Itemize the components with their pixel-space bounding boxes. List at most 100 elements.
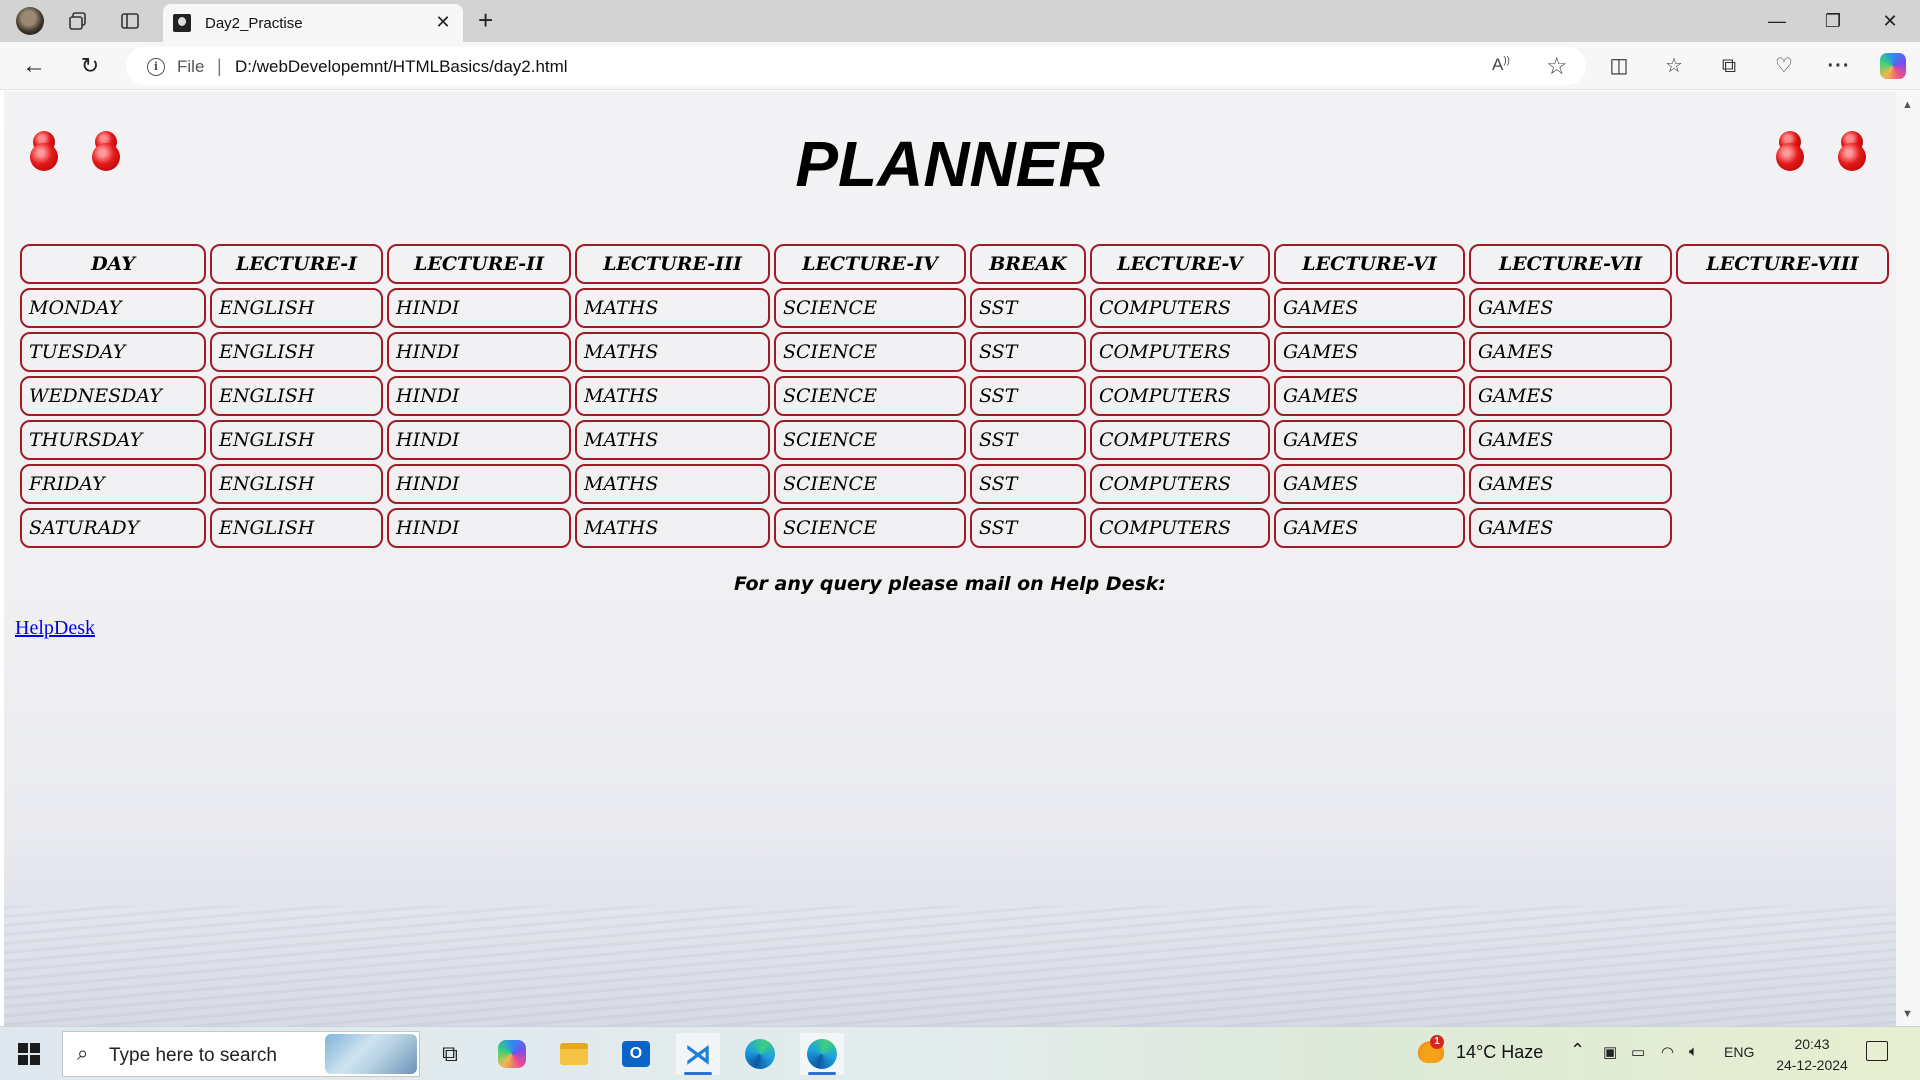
- browser-essentials-icon[interactable]: ♡: [1770, 52, 1798, 80]
- favorites-icon[interactable]: ☆: [1660, 52, 1688, 80]
- header-lecture-5: LECTURE-V: [1090, 244, 1270, 284]
- subject-cell: COMPUTERS: [1090, 420, 1270, 460]
- header-lecture-8: LECTURE-VIII: [1676, 244, 1889, 284]
- weather-text[interactable]: 14°C Haze: [1456, 1042, 1543, 1063]
- browser-tab[interactable]: Day2_Practise ✕: [163, 4, 463, 42]
- refresh-icon[interactable]: ↻: [76, 52, 104, 80]
- subject-cell: HINDI: [387, 332, 571, 372]
- subject-cell: COMPUTERS: [1090, 332, 1270, 372]
- search-icon: ⌕: [77, 1043, 89, 1065]
- subject-cell: HINDI: [387, 376, 571, 416]
- subject-cell: MATHS: [575, 332, 770, 372]
- subject-cell: ENGLISH: [210, 376, 383, 416]
- subject-cell: GAMES: [1469, 464, 1672, 504]
- day-cell: THURSDAY: [20, 420, 206, 460]
- subject-cell: HINDI: [387, 420, 571, 460]
- file-explorer-icon[interactable]: [552, 1033, 596, 1075]
- subject-cell: MATHS: [575, 420, 770, 460]
- header-lecture-1: LECTURE-I: [210, 244, 383, 284]
- subject-cell: GAMES: [1274, 332, 1465, 372]
- favorite-star-icon[interactable]: ☆: [1546, 52, 1568, 81]
- subject-cell: GAMES: [1469, 332, 1672, 372]
- subject-cell: SCIENCE: [774, 464, 966, 504]
- wifi-icon[interactable]: ◠: [1661, 1043, 1674, 1061]
- subject-cell: COMPUTERS: [1090, 376, 1270, 416]
- show-hidden-icons-icon[interactable]: ⌃: [1570, 1040, 1585, 1061]
- subject-cell: ENGLISH: [210, 508, 383, 548]
- subject-cell: MATHS: [575, 464, 770, 504]
- close-window-button[interactable]: ✕: [1875, 8, 1905, 34]
- new-tab-button[interactable]: +: [478, 7, 493, 33]
- collections-icon[interactable]: ⧉: [1715, 52, 1743, 80]
- minimize-button[interactable]: —: [1762, 8, 1792, 34]
- planner-table: DAY LECTURE-I LECTURE-II LECTURE-III LEC…: [16, 240, 1893, 552]
- table-row: THURSDAY ENGLISH HINDI MATHS SCIENCE SST COMPU…: [20, 420, 1889, 460]
- table-header-row: DAY LECTURE-I LECTURE-II LECTURE-III LEC…: [20, 244, 1889, 284]
- read-aloud-icon[interactable]: A)): [1492, 55, 1510, 75]
- edge-active-icon[interactable]: [800, 1033, 844, 1075]
- subject-cell: SCIENCE: [774, 288, 966, 328]
- header-lecture-4: LECTURE-IV: [774, 244, 966, 284]
- helpdesk-link[interactable]: HelpDesk: [15, 617, 95, 640]
- language-indicator[interactable]: ENG: [1724, 1044, 1754, 1060]
- subject-cell: SST: [970, 376, 1086, 416]
- break-cell: BREAK: [970, 244, 1086, 284]
- edge-icon[interactable]: [738, 1033, 782, 1075]
- subject-cell: ENGLISH: [210, 420, 383, 460]
- vertical-scrollbar[interactable]: ▲ ▼: [1896, 91, 1920, 1026]
- clock-time[interactable]: 20:43: [1772, 1036, 1852, 1052]
- copilot-app-icon[interactable]: [490, 1033, 534, 1075]
- subject-cell: HINDI: [387, 464, 571, 504]
- subject-cell: GAMES: [1274, 508, 1465, 548]
- day-cell: WEDNESDAY: [20, 376, 206, 416]
- battery-icon[interactable]: ▭: [1631, 1043, 1645, 1061]
- help-desk-note: For any query please mail on Help Desk:: [733, 573, 1167, 595]
- tab-favicon-icon: [173, 14, 191, 32]
- table-row: WEDNESDAY ENGLISH HINDI MATHS SCIENCE SST COMP…: [20, 376, 1889, 416]
- search-highlight-image[interactable]: [325, 1034, 417, 1074]
- more-menu-icon[interactable]: ···: [1825, 52, 1853, 80]
- info-icon[interactable]: i: [147, 58, 165, 76]
- subject-cell: HINDI: [387, 288, 571, 328]
- subject-cell: SST: [970, 420, 1086, 460]
- task-view-icon[interactable]: ⧉: [428, 1033, 472, 1075]
- url-text[interactable]: D:/webDevelopemnt/HTMLBasics/day2.html: [235, 57, 568, 77]
- scroll-down-arrow-icon[interactable]: ▼: [1902, 1008, 1913, 1020]
- day-cell: TUESDAY: [20, 332, 206, 372]
- tab-title: Day2_Practise: [205, 15, 303, 32]
- taskbar-search-box[interactable]: ⌕ Type here to search: [62, 1031, 420, 1077]
- weather-alert-badge: 1: [1430, 1035, 1444, 1049]
- notifications-icon[interactable]: [1866, 1041, 1888, 1061]
- page-content: PLANNER DAY LECTURE-I LECTURE-II LECTURE…: [4, 91, 1896, 1026]
- background-sea: [4, 906, 1896, 1026]
- profile-avatar[interactable]: [16, 7, 44, 35]
- copilot-icon[interactable]: [1880, 53, 1906, 79]
- windows-start-icon[interactable]: [18, 1043, 40, 1065]
- subject-cell: COMPUTERS: [1090, 508, 1270, 548]
- header-day: DAY: [20, 244, 206, 284]
- subject-cell: GAMES: [1469, 288, 1672, 328]
- subject-cell: SCIENCE: [774, 420, 966, 460]
- back-arrow-icon[interactable]: ←: [20, 52, 48, 80]
- subject-cell: SST: [970, 508, 1086, 548]
- volume-icon[interactable]: 🔈︎: [1689, 1043, 1698, 1060]
- workspaces-icon[interactable]: [66, 9, 90, 33]
- subject-cell: GAMES: [1469, 420, 1672, 460]
- planner-table-body: MONDAY ENGLISH HINDI MATHS SCIENCE SST COMPUTE…: [20, 288, 1889, 548]
- vscode-icon[interactable]: ⋊: [676, 1033, 720, 1075]
- meet-icon[interactable]: ▣: [1603, 1043, 1617, 1061]
- outlook-icon[interactable]: O: [614, 1033, 658, 1075]
- split-screen-icon[interactable]: ◫: [1605, 52, 1633, 80]
- subject-cell: ENGLISH: [210, 332, 383, 372]
- clock-date[interactable]: 24-12-2024: [1768, 1057, 1856, 1073]
- tab-close-icon[interactable]: ✕: [433, 12, 453, 32]
- scroll-up-arrow-icon[interactable]: ▲: [1902, 99, 1913, 111]
- restore-button[interactable]: ❐: [1818, 8, 1848, 34]
- header-lecture-2: LECTURE-II: [387, 244, 571, 284]
- address-bar[interactable]: i File | D:/webDevelopemnt/HTMLBasics/da…: [126, 47, 1586, 85]
- table-row: TUESDAY ENGLISH HINDI MATHS SCIENCE SST COMPUT…: [20, 332, 1889, 372]
- tab-actions-icon[interactable]: [118, 9, 142, 33]
- subject-cell: SCIENCE: [774, 508, 966, 548]
- header-lecture-3: LECTURE-III: [575, 244, 770, 284]
- table-row: SATURADY ENGLISH HINDI MATHS SCIENCE SST COMPU…: [20, 508, 1889, 548]
